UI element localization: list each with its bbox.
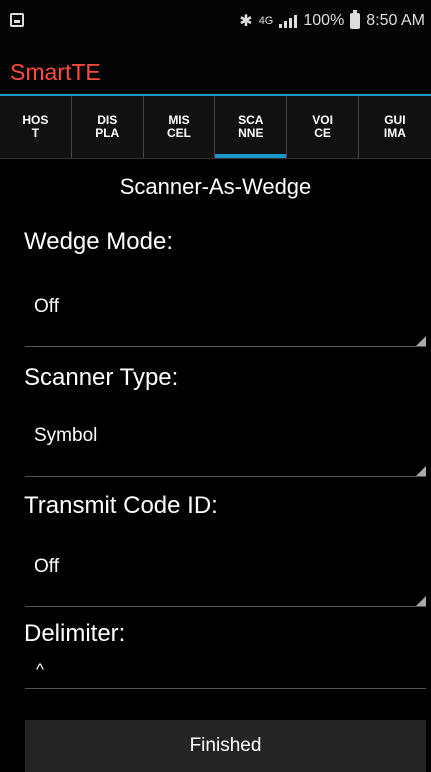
transmit-code-id-underline: [25, 606, 426, 607]
battery-percent: 100%: [303, 12, 345, 29]
wedge-mode-dropdown[interactable]: Off: [34, 296, 59, 318]
wedge-mode-label: Wedge Mode:: [24, 228, 173, 255]
settings-tabs: HOS T DIS PLA MIS CEL SCA NNE VOI CE GUI…: [0, 96, 431, 159]
tab-voice[interactable]: VOI CE: [287, 96, 359, 158]
tab-host[interactable]: HOS T: [0, 96, 72, 158]
scanner-type-label: Scanner Type:: [24, 364, 179, 391]
wedge-mode-underline: [25, 346, 426, 347]
page-title: Scanner-As-Wedge: [119, 174, 312, 199]
notification-icon: [10, 13, 24, 27]
dropdown-corner-icon: [416, 596, 426, 606]
clock: 8:50 AM: [366, 12, 425, 29]
tab-miscellaneous[interactable]: MIS CEL: [144, 96, 216, 158]
transmit-code-id-label: Transmit Code ID:: [24, 492, 218, 519]
network-label: 4G: [258, 15, 274, 27]
battery-icon: [350, 10, 361, 29]
transmit-code-id-dropdown[interactable]: Off: [34, 556, 59, 578]
tab-guimai[interactable]: GUI IMA: [359, 96, 431, 158]
signal-icon: [279, 14, 298, 28]
app-bar: SmartTE: [0, 42, 431, 96]
scanner-type-dropdown[interactable]: Symbol: [34, 425, 97, 447]
delimiter-label: Delimiter:: [24, 620, 126, 647]
app-title: SmartTE: [10, 59, 101, 85]
delimiter-input[interactable]: ^: [36, 660, 44, 680]
bluetooth-icon: ✱: [239, 13, 253, 30]
scanner-type-underline: [25, 476, 426, 477]
dropdown-corner-icon: [416, 336, 426, 346]
delimiter-underline: [25, 688, 426, 689]
tab-scanner[interactable]: SCA NNE: [215, 96, 288, 158]
tab-display[interactable]: DIS PLA: [72, 96, 144, 158]
status-bar: ✱ 4G 100% 8:50 AM: [0, 0, 431, 42]
status-indicators: ✱ 4G 100% 8:50 AM: [239, 10, 425, 32]
dropdown-corner-icon: [416, 466, 426, 476]
finished-button[interactable]: Finished: [25, 720, 426, 772]
